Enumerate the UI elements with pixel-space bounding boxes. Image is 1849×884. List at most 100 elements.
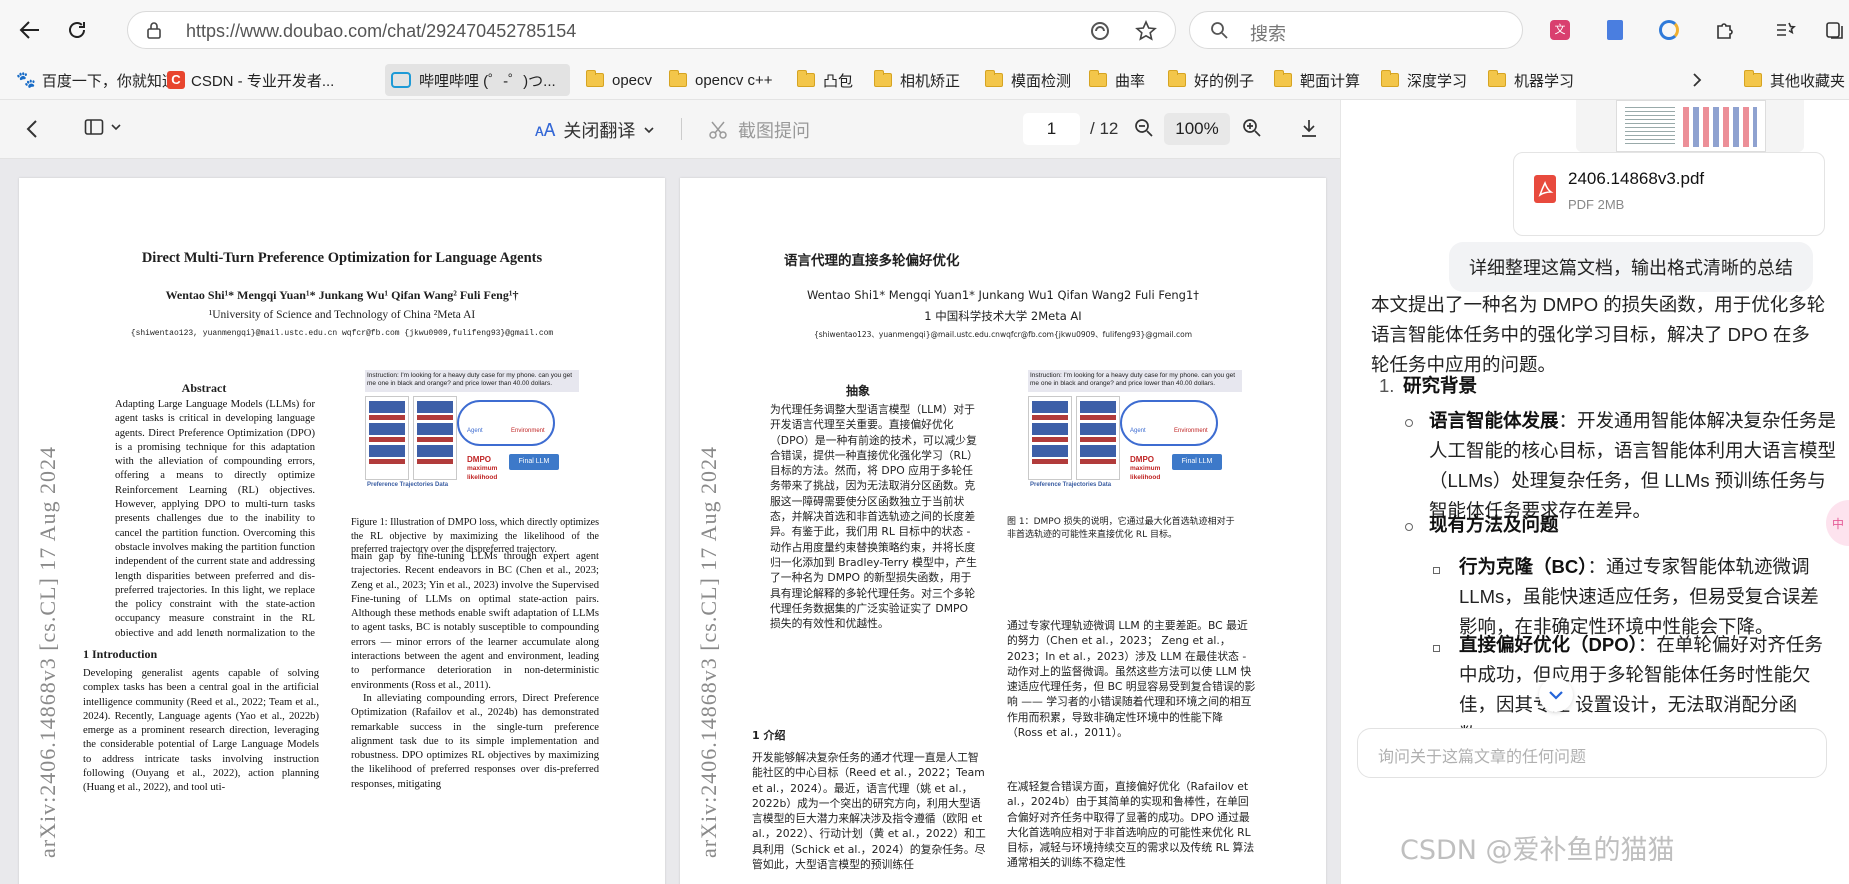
- pdf-back-button[interactable]: [26, 119, 38, 139]
- file-name: 2406.14868v3.pdf: [1568, 169, 1705, 188]
- pdf-thumbnail[interactable]: [1576, 100, 1804, 152]
- bookmark-baidu[interactable]: 🐾 百度一下，你就知道: [10, 64, 183, 96]
- bookmark-label: 曲率: [1115, 72, 1146, 90]
- refresh-icon: [69, 22, 85, 38]
- pdf-page-original: arXiv:2406.14868v3 [cs.CL] 17 Aug 2024 D…: [19, 178, 665, 884]
- bookmark-folder-convex-hull[interactable]: 凸包: [791, 64, 859, 96]
- folder-icon: [586, 70, 604, 87]
- maximum-text: maximum: [467, 465, 498, 472]
- arxiv-stamp: arXiv:2406.14868v3 [cs.CL] 17 Aug 2024: [35, 446, 60, 858]
- section-title-text: 研究背景: [1403, 375, 1478, 396]
- document-extension-icon[interactable]: [1600, 15, 1630, 45]
- intro-text-right-1-cn: 通过专家代理轨迹微调 LLM 的主要差距。BC 最近的努力（Chen et al…: [1007, 619, 1256, 740]
- bookmark-folder-other[interactable]: 其他收藏夹: [1738, 64, 1849, 96]
- search-placeholder: 搜索: [1250, 24, 1286, 44]
- trajectory-box: [1028, 396, 1072, 480]
- intro-text-right-2-cn: 在减轻复合错误方面，直接偏好优化（Rafailov et al.，2024b）由…: [1007, 780, 1255, 870]
- dmpo-text: DMPO: [1130, 455, 1154, 464]
- zoom-in-icon: [1243, 119, 1261, 137]
- bookmark-label: 模面检测: [1011, 72, 1072, 90]
- sidebar-icon: [84, 119, 104, 135]
- address-bar[interactable]: https://www.doubao.com/chat/292470452785…: [127, 11, 1176, 49]
- zoom-in-button[interactable]: [1242, 118, 1262, 138]
- pdf-file-icon: [1534, 175, 1556, 203]
- dmpo-text: DMPO: [467, 455, 491, 464]
- bookmark-csdn[interactable]: C CSDN - 专业开发者...: [161, 64, 340, 96]
- bookmark-bilibili[interactable]: 哔哩哔哩 (゜-゜)つ...: [385, 64, 570, 96]
- zoom-out-button[interactable]: [1134, 118, 1154, 138]
- user-message: 详细整理这篇文档，输出格式清晰的总结: [1449, 242, 1813, 292]
- environment-cloud: Agent Environment: [1120, 400, 1218, 446]
- bookmark-folder-opecv[interactable]: opecv: [580, 64, 658, 96]
- refresh-button[interactable]: [57, 10, 97, 50]
- trajectory-box: [413, 396, 457, 480]
- extensions-puzzle-icon[interactable]: [1710, 15, 1740, 45]
- bookmark-folder-opencv-cpp[interactable]: opencv c++: [663, 64, 779, 96]
- preference-data-label: Preference Trajectories Data: [1030, 482, 1112, 488]
- chevron-left-icon: [26, 120, 37, 138]
- zoom-level[interactable]: 100%: [1164, 113, 1230, 145]
- figure-1: Instruction: I'm looking for a heavy dut…: [357, 370, 587, 495]
- scroll-down-button[interactable]: [1539, 678, 1573, 712]
- chat-input-placeholder: 询问关于这篇文章的任何问题: [1378, 749, 1587, 766]
- screenshot-ask-button[interactable]: 截图提问: [708, 117, 810, 143]
- bullet-square-icon: [1433, 645, 1440, 652]
- page-total: / 12: [1090, 119, 1119, 138]
- translate-label: 关闭翻译: [563, 121, 636, 141]
- bookmark-label: 相机矫正: [900, 72, 961, 90]
- lock-icon: [146, 21, 162, 44]
- bookmark-folder-curvature[interactable]: 曲率: [1083, 64, 1151, 96]
- pdf-viewer[interactable]: arXiv:2406.14868v3 [cs.CL] 17 Aug 2024 D…: [0, 159, 1340, 884]
- intro-text-right-1: main gap by fine-tuning LLMs through exp…: [351, 551, 599, 691]
- search-box[interactable]: 搜索: [1189, 11, 1523, 49]
- bookmark-folder-target-calc[interactable]: 靶面计算: [1268, 64, 1366, 96]
- bullet-icon: [1405, 523, 1413, 531]
- abstract-text: Adapting Large Language Models (LLMs) fo…: [115, 399, 315, 636]
- chevron-down-icon: [1549, 691, 1563, 700]
- file-card[interactable]: 2406.14868v3.pdf PDF 2MB: [1513, 152, 1825, 236]
- back-arrow-icon: [19, 21, 39, 39]
- bilibili-icon: [391, 72, 411, 88]
- zoom-out-icon: [1135, 119, 1153, 137]
- ie-extension-icon[interactable]: [1654, 15, 1684, 45]
- figure-instruction: Instruction: I'm looking for a heavy dut…: [365, 370, 579, 392]
- figure-1-cn: Instruction: I'm looking for a heavy dut…: [1020, 370, 1250, 495]
- back-button[interactable]: [10, 10, 50, 50]
- chat-input[interactable]: 询问关于这篇文章的任何问题: [1357, 728, 1827, 778]
- emails-text-cn: {shiwentao123、yuanmengqi}@mail.ustc.edu.…: [813, 330, 1193, 339]
- bookmarks-overflow-button[interactable]: [1684, 64, 1710, 96]
- bookmark-label: 哔哩哔哩 (゜-゜)つ...: [419, 72, 556, 90]
- abstract-heading-cn: 抽象: [846, 384, 871, 398]
- environment-label: Environment: [1174, 428, 1208, 434]
- favorite-star-icon[interactable]: [1135, 20, 1157, 47]
- paper-emails: {shiwentao123, yuanmengqi}@mail.ustc.edu…: [130, 329, 554, 338]
- intro-text-right-2: In alleviating compounding errors, Direc…: [351, 693, 599, 790]
- paper-affiliation-cn: 1 中国科学技术大学 2Meta AI: [924, 309, 1082, 323]
- bookmark-folder-deep-learning[interactable]: 深度学习: [1375, 64, 1473, 96]
- bookmark-folder-machine-learning[interactable]: 机器学习: [1482, 64, 1580, 96]
- translate-extension-icon[interactable]: 文: [1545, 15, 1575, 45]
- url-text[interactable]: https://www.doubao.com/chat/292470452785…: [186, 21, 576, 42]
- dmpo-label: DMPO maximum likelihood: [1130, 455, 1160, 482]
- bookmark-label: 好的例子: [1194, 72, 1255, 90]
- preference-data-label: Preference Trajectories Data: [367, 482, 449, 488]
- bullet-existing-methods: 现有方法及问题: [1429, 510, 1559, 540]
- bookmark-folder-camera-calibration[interactable]: 相机矫正: [868, 64, 966, 96]
- environment-cloud: Agent Environment: [457, 400, 555, 446]
- bullet-bold: 行为克隆（BC）: [1459, 556, 1588, 577]
- bookmark-folder-good-examples[interactable]: 好的例子: [1162, 64, 1260, 96]
- bookmark-folder-surface-detection[interactable]: 模面检测: [979, 64, 1077, 96]
- abstract-text-cn: 为代理任务调整大型语言模型（LLM）对于开发语言代理至关重要。直接偏好优化（DP…: [770, 403, 978, 631]
- page-number-input[interactable]: 1: [1023, 113, 1080, 145]
- folder-icon: [985, 70, 1003, 87]
- environment-label: Environment: [511, 428, 545, 434]
- download-button[interactable]: [1300, 118, 1318, 138]
- favorites-list-icon[interactable]: [1770, 15, 1800, 45]
- sidebar-toggle-button[interactable]: [84, 118, 122, 136]
- file-meta: PDF 2MB: [1568, 197, 1625, 212]
- translate-toggle-button[interactable]: 🗚 关闭翻译: [535, 117, 655, 143]
- likelihood-text: likelihood: [1130, 474, 1161, 481]
- collections-icon[interactable]: [1820, 15, 1849, 45]
- reader-mode-icon[interactable]: [1089, 20, 1111, 47]
- dmpo-label: DMPO maximum likelihood: [467, 455, 497, 482]
